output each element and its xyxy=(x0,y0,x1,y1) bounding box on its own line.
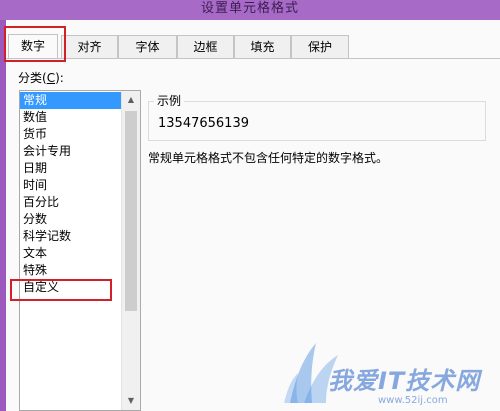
category-item-currency[interactable]: 货币 xyxy=(20,126,121,143)
category-item-date[interactable]: 日期 xyxy=(20,160,121,177)
category-scrollbar[interactable]: ▲ ▼ xyxy=(121,91,140,410)
sample-legend: 示例 xyxy=(154,92,185,109)
category-item-special[interactable]: 特殊 xyxy=(20,262,121,279)
watermark-text: 我爱IT技术网 xyxy=(328,367,481,395)
tab-fill[interactable]: 填充 xyxy=(234,35,291,58)
title-bar: 设置单元格格式 xyxy=(0,0,500,20)
tab-border[interactable]: 边框 xyxy=(177,35,234,58)
category-item-general[interactable]: 常规 xyxy=(20,92,121,109)
category-item-scientific[interactable]: 科学记数 xyxy=(20,228,121,245)
scroll-down-arrow-icon[interactable]: ▼ xyxy=(122,392,140,410)
category-item-time[interactable]: 时间 xyxy=(20,177,121,194)
scroll-up-arrow-icon[interactable]: ▲ xyxy=(122,91,140,109)
tab-alignment[interactable]: 对齐 xyxy=(61,35,118,58)
category-label: 分类(C): xyxy=(18,71,64,85)
category-item-fraction[interactable]: 分数 xyxy=(20,211,121,228)
format-description: 常规单元格格式不包含任何特定的数字格式。 xyxy=(148,151,389,165)
sample-group: 示例 13547656139 xyxy=(148,92,486,141)
tab-divider xyxy=(6,58,500,59)
tab-font[interactable]: 字体 xyxy=(118,35,177,58)
highlight-box-custom xyxy=(10,279,112,301)
watermark: 我爱IT技术网 www.52ij.com xyxy=(282,343,500,411)
category-item-text[interactable]: 文本 xyxy=(20,245,121,262)
category-list: 常规 数值 货币 会计专用 日期 时间 百分比 分数 科学记数 文本 特殊 自定… xyxy=(20,92,121,296)
watermark-url: www.52ij.com xyxy=(378,395,448,406)
tab-protection[interactable]: 保护 xyxy=(291,35,349,58)
highlight-box-number-tab xyxy=(4,26,66,62)
category-item-accounting[interactable]: 会计专用 xyxy=(20,143,121,160)
sample-value: 13547656139 xyxy=(158,116,249,131)
scroll-thumb[interactable] xyxy=(125,111,137,311)
window-title: 设置单元格格式 xyxy=(200,1,299,16)
category-item-number[interactable]: 数值 xyxy=(20,109,121,126)
category-item-percentage[interactable]: 百分比 xyxy=(20,194,121,211)
category-listbox[interactable]: 常规 数值 货币 会计专用 日期 时间 百分比 分数 科学记数 文本 特殊 自定… xyxy=(19,90,141,411)
